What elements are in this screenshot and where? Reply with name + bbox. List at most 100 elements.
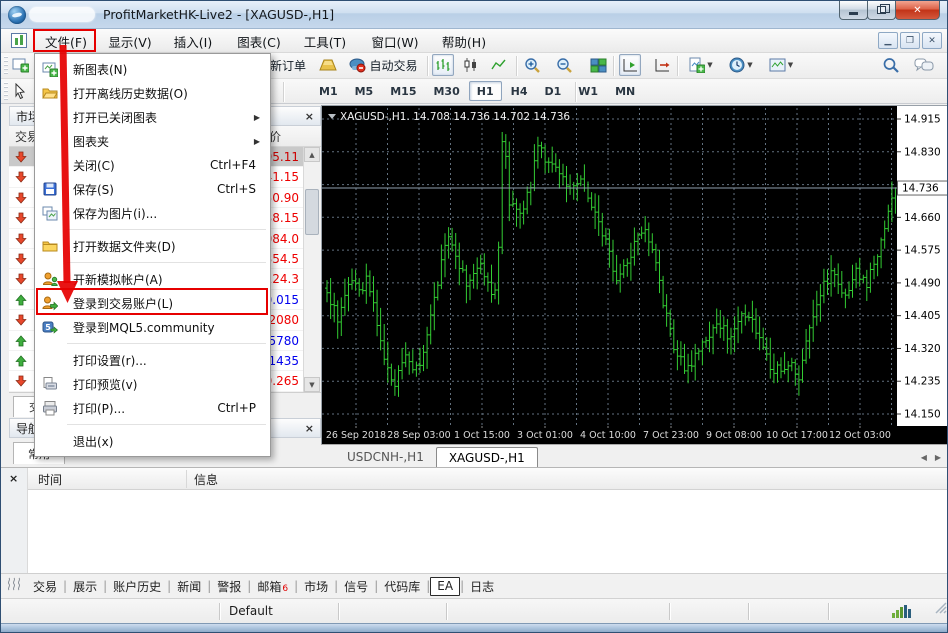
scrollbar-thumb[interactable] <box>305 189 319 235</box>
chart-canvas[interactable]: 14.91514.83014.66014.57514.49014.40514.3… <box>322 106 948 444</box>
timeframe-button-d1[interactable]: D1 <box>537 81 570 101</box>
file-menu-item-13[interactable]: 打印预览(v) <box>37 372 268 396</box>
toolbar-gripper[interactable] <box>4 56 8 76</box>
terminal-tab-6[interactable]: 邮箱6 <box>251 577 294 596</box>
menu-item-2[interactable]: 显示(V) <box>101 31 159 51</box>
terminal-tab-label: 展示 <box>73 578 97 595</box>
toolbar-gripper[interactable] <box>4 82 8 102</box>
menu-item-4[interactable]: 图表(C) <box>231 31 287 51</box>
file-menu-item-1[interactable]: 新图表(N) <box>37 57 268 81</box>
close-button[interactable]: ✕ <box>895 1 940 20</box>
bar-chart-mode-icon[interactable] <box>432 54 454 76</box>
minimize-button[interactable] <box>839 1 868 20</box>
file-menu-item-14[interactable]: 打印(P)...Ctrl+P <box>37 396 268 420</box>
candlestick-mode-icon[interactable] <box>460 54 482 76</box>
timeframe-button-m5[interactable]: M5 <box>347 81 382 101</box>
terminal-tab-2[interactable]: 展示 <box>67 577 103 596</box>
templates-button[interactable]: ▼ <box>764 54 798 76</box>
timeframe-button-m30[interactable]: M30 <box>425 81 467 101</box>
menu-item-6[interactable]: 窗口(W) <box>363 31 427 51</box>
save-icon <box>42 181 58 197</box>
file-menu-item-4[interactable]: 图表夹▶ <box>37 129 268 153</box>
file-menu-item-label: 登录到MQL5.community <box>73 319 215 336</box>
terminal-tab-11[interactable]: 日志 <box>464 577 500 596</box>
timeframe-button-mn[interactable]: MN <box>607 81 643 101</box>
file-menu-item-3[interactable]: 打开已关闭图表▶ <box>37 105 268 129</box>
terminal-tab-9[interactable]: 代码库 <box>378 577 426 596</box>
file-menu-item-6[interactable]: 保存(S)Ctrl+S <box>37 177 268 201</box>
terminal-tab-1[interactable]: 交易 <box>27 577 63 596</box>
file-menu-item-11[interactable]: 5登录到MQL5.community <box>37 315 268 339</box>
new-order-button[interactable]: 新订单 <box>269 54 307 76</box>
terminal-tab-10[interactable]: EA <box>430 577 460 596</box>
resize-grip[interactable] <box>934 601 947 614</box>
terminal-tab-4[interactable]: 新闻 <box>171 577 207 596</box>
menu-item-3[interactable]: 插入(I) <box>167 31 219 51</box>
title-bar: ProfitMarketHK-Live2 - [XAGUSD-,H1] ✕ <box>1 1 947 29</box>
mdi-minimize-button[interactable]: ▁ <box>878 32 898 49</box>
auto-scroll-icon[interactable] <box>651 54 673 76</box>
chart-window-icon[interactable] <box>11 33 27 48</box>
title-glass-highlight <box>29 7 95 22</box>
mdi-restore-button[interactable]: ❐ <box>900 32 920 49</box>
chart-shift-icon[interactable] <box>619 54 641 76</box>
mdi-close-button[interactable]: ✕ <box>922 32 942 49</box>
file-menu-item-12[interactable]: 打印设置(r)... <box>37 348 268 372</box>
chart-tab-1[interactable]: USDCNH-,H1 <box>335 447 436 467</box>
restore-button[interactable] <box>867 1 896 20</box>
price-chart[interactable]: 14.91514.83014.66014.57514.49014.40514.3… <box>321 105 948 444</box>
menu-item-1[interactable]: 文件(F) <box>37 31 95 51</box>
gold-shape-icon[interactable] <box>317 54 339 76</box>
chart-tab-2[interactable]: XAGUSD-,H1 <box>436 447 538 467</box>
scroll-up-icon[interactable]: ▲ <box>304 147 320 162</box>
scroll-down-icon[interactable]: ▼ <box>304 377 320 392</box>
navigator-close-icon[interactable]: × <box>305 423 314 434</box>
printer-icon <box>42 400 58 416</box>
indicators-button[interactable]: ▼ <box>684 54 718 76</box>
file-menu-item-2[interactable]: 打开离线历史数据(O) <box>37 81 268 105</box>
tab-scroll-right-icon[interactable]: ▶ <box>935 453 941 462</box>
line-chart-mode-icon[interactable] <box>488 54 510 76</box>
new-chart-toolbar-icon[interactable] <box>9 54 31 76</box>
chevron-down-icon: ▼ <box>788 61 793 69</box>
zoom-out-icon[interactable] <box>554 54 576 76</box>
file-menu-item-5[interactable]: 关闭(C)Ctrl+F4 <box>37 153 268 177</box>
terminal-tab-7[interactable]: 市场 <box>298 577 334 596</box>
menu-item-7[interactable]: 帮助(H) <box>435 31 493 51</box>
terminal-tab-3[interactable]: 账户历史 <box>107 577 167 596</box>
menu-item-5[interactable]: 工具(T) <box>297 31 353 51</box>
periods-button[interactable]: ▼ <box>724 54 758 76</box>
market-watch-close-icon[interactable]: × <box>305 111 314 122</box>
file-menu-item-7[interactable]: 保存为图片(i)... <box>37 201 268 225</box>
terminal-tab-8[interactable]: 信号 <box>338 577 374 596</box>
search-icon[interactable] <box>880 54 902 76</box>
file-menu-item-8[interactable]: 打开数据文件夹(D) <box>37 234 268 258</box>
tab-scroll-left-icon[interactable]: ◀ <box>921 453 927 462</box>
file-menu-item-label: 退出(x) <box>73 433 113 450</box>
chart-tab-bar: USDCNH-,H1XAGUSD-,H1 ◀ ▶ <box>321 444 948 467</box>
chat-icon[interactable] <box>913 54 935 76</box>
file-menu-item-15[interactable]: 退出(x) <box>37 429 268 453</box>
tile-windows-icon[interactable] <box>587 54 609 76</box>
market-watch-scrollbar[interactable]: ▲ ▼ <box>303 147 321 392</box>
timeframe-button-m1[interactable]: M1 <box>311 81 346 101</box>
file-menu-item-10[interactable]: 登录到交易账户(L) <box>37 291 268 315</box>
zoom-in-icon[interactable] <box>522 54 544 76</box>
file-menu-item-9[interactable]: 开新模拟帐户(A) <box>37 267 268 291</box>
status-profile-label[interactable]: Default <box>229 604 273 618</box>
terminal-tab-bar: 交易|展示|账户历史|新闻|警报|邮箱6|市场|信号|代码库|EA|日志 <box>1 573 948 598</box>
time-column-header[interactable]: 时间 <box>38 471 62 488</box>
date-tick-label: 28 Sep 03:00 <box>387 430 450 441</box>
message-column-header[interactable]: 信息 <box>194 471 218 488</box>
cursor-tool-icon[interactable] <box>9 80 31 102</box>
file-menu-item-label: 新图表(N) <box>73 61 127 78</box>
timeframe-button-h1[interactable]: H1 <box>469 81 502 101</box>
terminal-close-icon[interactable]: × <box>9 472 18 485</box>
column-separator[interactable] <box>186 470 187 488</box>
file-menu-item-label: 保存(S) <box>73 181 114 198</box>
restore-icon <box>877 6 886 14</box>
timeframe-button-m15[interactable]: M15 <box>382 81 424 101</box>
terminal-tab-5[interactable]: 警报 <box>211 577 247 596</box>
autotrading-button[interactable]: 自动交易 <box>343 54 423 76</box>
timeframe-button-h4[interactable]: H4 <box>503 81 536 101</box>
